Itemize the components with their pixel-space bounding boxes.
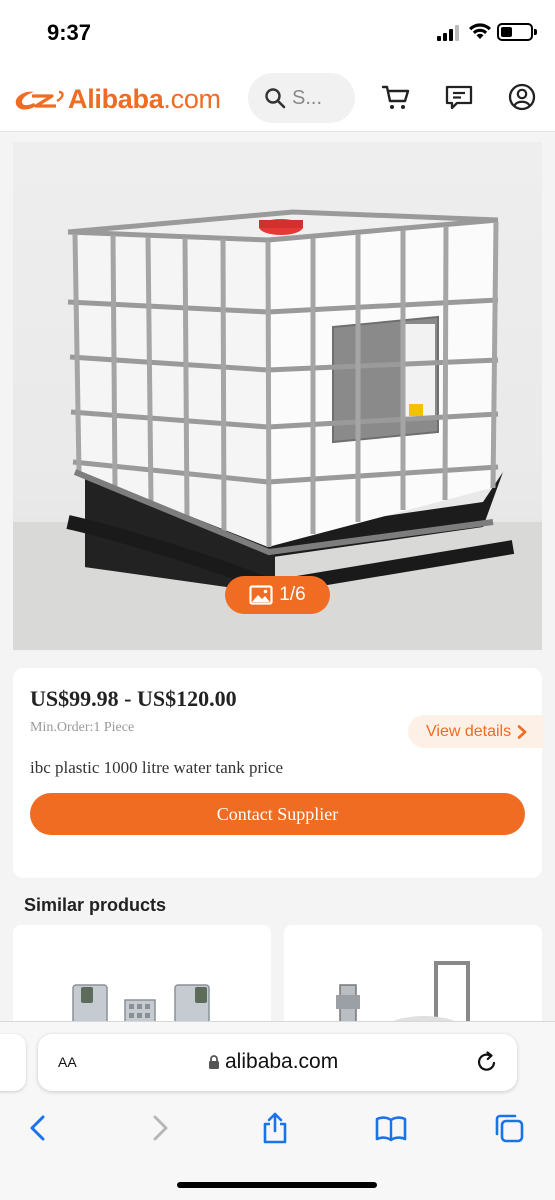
address-bar[interactable]: AA alibaba.com <box>38 1034 517 1091</box>
site-header: Alibaba.com S... <box>0 66 555 132</box>
share-icon[interactable] <box>258 1111 292 1145</box>
ibc-tank-image <box>13 209 542 650</box>
bookmarks-icon[interactable] <box>374 1111 408 1145</box>
cart-icon[interactable] <box>381 82 411 112</box>
forward-icon[interactable] <box>142 1111 176 1145</box>
view-details-button[interactable]: View details <box>408 715 544 748</box>
battery-icon <box>497 23 537 41</box>
status-bar: 9:37 <box>0 0 555 66</box>
safari-toolbar: AA alibaba.com <box>0 1021 555 1200</box>
wifi-icon <box>469 23 491 39</box>
url-text: alibaba.com <box>225 1050 339 1073</box>
logo-suffix: .com <box>163 83 221 114</box>
alibaba-logo-icon <box>15 90 64 110</box>
search-icon <box>265 88 286 109</box>
message-icon[interactable] <box>444 82 474 112</box>
logo-main: Alibaba <box>68 83 164 114</box>
gallery-icon <box>249 585 273 605</box>
tabs-icon[interactable] <box>492 1111 526 1145</box>
min-order: Min.Order:1 Piece <box>30 720 135 735</box>
logo-text: Alibaba.com <box>68 84 221 115</box>
text-size-label: AA <box>58 1054 77 1070</box>
screen: 9:37 Alibaba.com S... 1/6 US$99.98 - US$… <box>0 0 555 1200</box>
contact-supplier-button[interactable]: Contact Supplier <box>30 793 525 835</box>
previous-tab-preview[interactable] <box>0 1034 26 1091</box>
status-time: 9:37 <box>47 20 92 45</box>
back-icon[interactable] <box>22 1111 56 1145</box>
text-size-button[interactable]: AA <box>58 1050 77 1073</box>
search-input[interactable]: S... <box>248 73 355 123</box>
product-title: ibc plastic 1000 litre water tank price <box>30 758 284 777</box>
home-indicator[interactable] <box>177 1182 377 1188</box>
alibaba-logo[interactable]: Alibaba.com <box>12 82 221 116</box>
product-image[interactable]: 1/6 <box>13 142 542 650</box>
image-counter-badge[interactable]: 1/6 <box>225 576 330 614</box>
similar-products-heading: Similar products <box>24 895 167 915</box>
product-info-card: US$99.98 - US$120.00 Min.Order:1 Piece V… <box>13 668 544 878</box>
image-counter-text: 1/6 <box>279 584 306 605</box>
chevron-right-icon <box>517 724 527 739</box>
search-placeholder: S... <box>292 86 323 109</box>
view-details-label: View details <box>426 722 512 740</box>
price-range: US$99.98 - US$120.00 <box>30 686 237 711</box>
reload-icon[interactable] <box>475 1050 499 1074</box>
url-display[interactable]: alibaba.com <box>208 1050 338 1074</box>
account-icon[interactable] <box>507 82 537 112</box>
cellular-signal-icon <box>437 25 461 41</box>
lock-icon <box>209 1055 219 1069</box>
